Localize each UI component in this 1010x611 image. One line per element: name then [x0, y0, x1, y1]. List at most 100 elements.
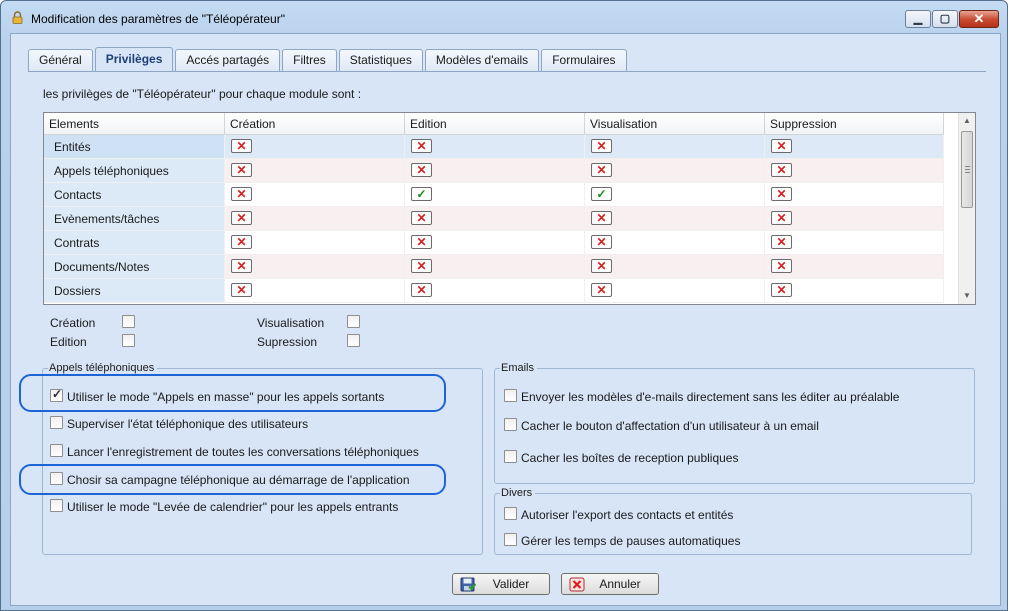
record-calls-checkbox[interactable] [50, 444, 63, 457]
denied-cross-icon[interactable]: ✕ [771, 235, 792, 249]
tab-shared-access[interactable]: Accés partagés [175, 49, 281, 71]
denied-cross-icon[interactable]: ✕ [411, 235, 432, 249]
denied-cross-icon[interactable]: ✕ [591, 163, 612, 177]
denied-cross-icon[interactable]: ✕ [591, 235, 612, 249]
tab-filters[interactable]: Filtres [282, 49, 337, 71]
tab-email-templates[interactable]: Modèles d'emails [424, 49, 540, 71]
hide-assign-button-label[interactable]: Cacher le bouton d'affectation d'un util… [521, 419, 819, 433]
column-header-visualisation[interactable]: Visualisation [585, 113, 765, 135]
record-calls-label[interactable]: Lancer l'enregistrement de toutes les co… [67, 445, 419, 459]
tab-privileges[interactable]: Privilèges [94, 47, 174, 72]
annotation-highlight-mass-calls [19, 374, 446, 412]
column-header-elements[interactable]: Elements [44, 113, 225, 135]
denied-cross-icon[interactable]: ✕ [411, 163, 432, 177]
denied-cross-icon[interactable]: ✕ [231, 259, 252, 273]
row-element-name: Contacts [44, 183, 225, 207]
misc-group-title: Divers [500, 487, 536, 499]
auto-pause-checkbox[interactable] [504, 533, 517, 546]
denied-cross-icon[interactable]: ✕ [771, 259, 792, 273]
privilege-cell-visualisation: ✕ [585, 255, 765, 279]
calendar-mode-checkbox[interactable] [50, 499, 63, 512]
row-element-name: Contrats [44, 231, 225, 255]
title-bar[interactable]: Modification des paramètres de "Téléopér… [1, 1, 1007, 33]
privilege-cell-creation: ✕ [225, 159, 405, 183]
denied-cross-icon[interactable]: ✕ [591, 283, 612, 297]
hide-public-inboxes-checkbox[interactable] [504, 450, 517, 463]
table-row[interactable]: Appels téléphoniques ✕ ✕ ✕ ✕ [44, 159, 944, 183]
send-templates-directly-label[interactable]: Envoyer les modèles d'e-mails directemen… [521, 390, 899, 404]
bulk-creation-checkbox[interactable] [122, 315, 135, 328]
denied-cross-icon[interactable]: ✕ [411, 283, 432, 297]
privilege-cell-creation: ✕ [225, 183, 405, 207]
scroll-thumb[interactable] [961, 131, 973, 208]
denied-cross-icon[interactable]: ✕ [231, 283, 252, 297]
send-templates-directly-checkbox[interactable] [504, 389, 517, 402]
denied-cross-icon[interactable]: ✕ [231, 163, 252, 177]
bulk-visualisation-label: Visualisation [257, 316, 325, 330]
phone-calls-group-title: Appels téléphoniques [48, 362, 158, 374]
table-row[interactable]: Documents/Notes ✕ ✕ ✕ ✕ [44, 255, 944, 279]
dialog-window: Modification des paramètres de "Téléopér… [0, 0, 1008, 611]
bulk-edition-label: Edition [50, 335, 87, 349]
privilege-cell-suppression: ✕ [765, 183, 944, 207]
validate-button[interactable]: Valider [452, 573, 550, 595]
scroll-down-icon[interactable]: ▼ [959, 288, 975, 304]
allow-export-checkbox[interactable] [504, 507, 517, 520]
bulk-edition-checkbox[interactable] [122, 334, 135, 347]
tab-general[interactable]: Général [28, 49, 93, 71]
column-header-creation[interactable]: Création [225, 113, 405, 135]
maximize-button[interactable]: ▢ [932, 10, 958, 28]
row-element-name: Entités [44, 135, 225, 159]
supervise-phone-state-label[interactable]: Superviser l'état téléphonique des utili… [67, 417, 308, 431]
privilege-cell-creation: ✕ [225, 207, 405, 231]
minimize-button[interactable]: ▁ [905, 10, 931, 28]
privilege-cell-visualisation: ✕ [585, 207, 765, 231]
denied-cross-icon[interactable]: ✕ [231, 211, 252, 225]
window-title: Modification des paramètres de "Téléopér… [31, 12, 285, 26]
cancel-button[interactable]: Annuler [561, 573, 659, 595]
denied-cross-icon[interactable]: ✕ [231, 139, 252, 153]
allow-export-label[interactable]: Autoriser l'export des contacts et entit… [521, 508, 733, 522]
bulk-suppression-checkbox[interactable] [347, 334, 360, 347]
denied-cross-icon[interactable]: ✕ [231, 235, 252, 249]
column-header-edition[interactable]: Edition [405, 113, 585, 135]
dialog-client-area: Général Privilèges Accés partagés Filtre… [10, 33, 1001, 606]
denied-cross-icon[interactable]: ✕ [771, 283, 792, 297]
privilege-cell-creation: ✕ [225, 135, 405, 159]
tab-statistics[interactable]: Statistiques [338, 49, 423, 71]
denied-cross-icon[interactable]: ✕ [411, 211, 432, 225]
table-row[interactable]: Contacts ✕ ✓ ✓ ✕ [44, 183, 944, 207]
denied-cross-icon[interactable]: ✕ [771, 187, 792, 201]
privilege-cell-creation: ✕ [225, 231, 405, 255]
denied-cross-icon[interactable]: ✕ [771, 139, 792, 153]
hide-public-inboxes-label[interactable]: Cacher les boîtes de reception publiques [521, 451, 738, 465]
denied-cross-icon[interactable]: ✕ [771, 211, 792, 225]
denied-cross-icon[interactable]: ✕ [591, 259, 612, 273]
scroll-up-icon[interactable]: ▲ [959, 113, 975, 129]
denied-cross-icon[interactable]: ✕ [231, 187, 252, 201]
row-element-name: Evènements/tâches [44, 207, 225, 231]
validate-button-label: Valider [492, 577, 530, 591]
table-row[interactable]: Contrats ✕ ✕ ✕ ✕ [44, 231, 944, 255]
table-row[interactable]: Entités ✕ ✕ ✕ ✕ [44, 135, 944, 159]
column-header-suppression[interactable]: Suppression [765, 113, 944, 135]
privilege-cell-visualisation: ✕ [585, 231, 765, 255]
denied-cross-icon[interactable]: ✕ [411, 139, 432, 153]
denied-cross-icon[interactable]: ✕ [411, 259, 432, 273]
lock-icon [12, 11, 23, 24]
calendar-mode-label[interactable]: Utiliser le mode "Levée de calendrier" p… [67, 500, 398, 514]
hide-assign-button-checkbox[interactable] [504, 418, 517, 431]
denied-cross-icon[interactable]: ✕ [771, 163, 792, 177]
denied-cross-icon[interactable]: ✕ [591, 211, 612, 225]
allowed-check-icon[interactable]: ✓ [591, 187, 612, 201]
allowed-check-icon[interactable]: ✓ [411, 187, 432, 201]
close-button[interactable]: ✕ [959, 10, 999, 28]
table-vertical-scrollbar[interactable]: ▲ ▼ [958, 113, 975, 304]
tab-forms[interactable]: Formulaires [541, 49, 627, 71]
auto-pause-label[interactable]: Gérer les temps de pauses automatiques [521, 534, 740, 548]
denied-cross-icon[interactable]: ✕ [591, 139, 612, 153]
table-row[interactable]: Dossiers ✕ ✕ ✕ ✕ [44, 279, 944, 303]
bulk-visualisation-checkbox[interactable] [347, 315, 360, 328]
table-row[interactable]: Evènements/tâches ✕ ✕ ✕ ✕ [44, 207, 944, 231]
supervise-phone-state-checkbox[interactable] [50, 416, 63, 429]
